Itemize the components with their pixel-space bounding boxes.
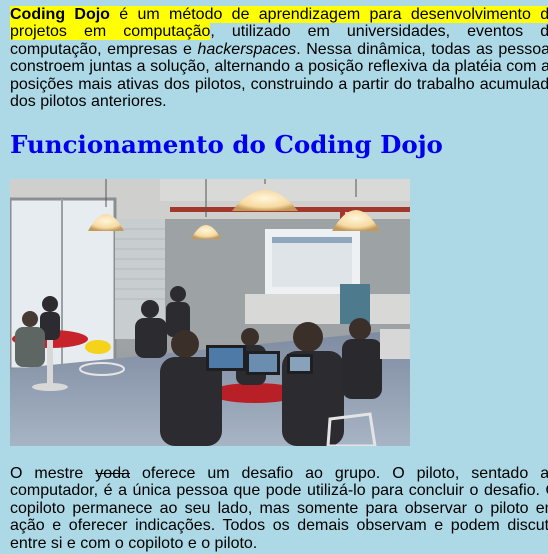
coding-dojo-photo: [10, 179, 410, 446]
photo-illustration: [10, 179, 410, 446]
struck-word-yoda: yoda: [95, 465, 130, 482]
body-paragraph: O mestre yoda oferece um desafio ao grup…: [10, 465, 548, 552]
term-coding-dojo: Coding Dojo: [10, 6, 110, 23]
body-text-1: O mestre: [10, 465, 96, 482]
intro-paragraph: Coding Dojo é um método de aprendizagem …: [10, 6, 548, 110]
hackerspaces-term: hackerspaces: [197, 40, 297, 58]
section-heading: Funcionamento do Coding Dojo: [10, 130, 443, 159]
